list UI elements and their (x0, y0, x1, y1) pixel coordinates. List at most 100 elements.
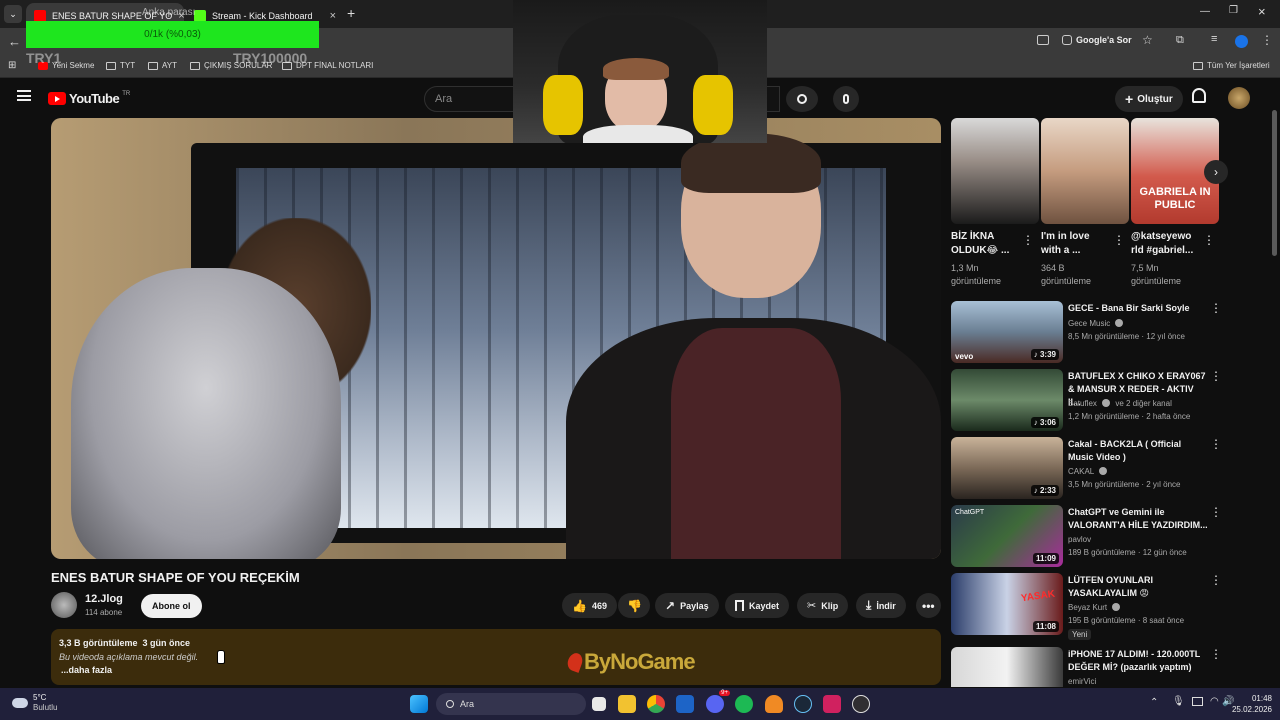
dislike-button[interactable]: 👎 (618, 593, 650, 618)
share-button[interactable]: ↗ Paylaş (655, 593, 719, 618)
menu-dots-icon[interactable]: ⋮ (1261, 33, 1273, 47)
spotify-icon[interactable] (735, 695, 753, 713)
youtube-logo[interactable]: YouTube TR (48, 91, 130, 106)
video-menu-icon[interactable]: ⋮ (1210, 647, 1221, 661)
task-view-icon[interactable] (592, 697, 606, 711)
tray-chevron-icon[interactable]: ⌃ (1150, 697, 1158, 708)
video-menu-icon[interactable]: ⋮ (1210, 301, 1222, 315)
related-video[interactable]: ♪ 2:33 Cakal - BACK2LA ( Official Music … (951, 437, 1222, 499)
close-window-icon[interactable]: × (1258, 4, 1266, 19)
video-thumbnail[interactable] (951, 647, 1063, 687)
create-button[interactable]: + Oluştur (1115, 86, 1183, 112)
display-tray-icon[interactable] (1192, 697, 1203, 706)
bookmark-tyt[interactable]: TYT (106, 61, 135, 70)
related-video[interactable]: ChatGPT 11:09 ChatGPT ve Gemini ile VALO… (951, 505, 1222, 567)
related-video-title[interactable]: ChatGPT ve Gemini ile VALORANT'A HİLE YA… (1068, 506, 1208, 532)
windows-start-icon[interactable] (410, 695, 428, 713)
profile-avatar[interactable] (1235, 35, 1248, 48)
folder-icon (148, 61, 158, 70)
media-controls-icon[interactable]: ≡ (1211, 33, 1217, 45)
views-and-date: 3,3 B görüntüleme 3 gün önce (59, 638, 191, 648)
voice-search-button[interactable] (833, 86, 859, 112)
short-title[interactable]: @katseyewo rld #gabriel... (1131, 230, 1193, 258)
like-button[interactable]: 👍 469 (562, 593, 617, 618)
google-lens-button[interactable]: Google'a Sor (1062, 35, 1132, 45)
related-video-title[interactable]: iPHONE 17 ALDIM! - 120.000TL DEĞER Mİ? (… (1068, 648, 1208, 674)
subscribe-button[interactable]: Abone ol (141, 594, 202, 618)
search-icon (446, 700, 454, 708)
back-arrow-icon[interactable]: ← (8, 34, 21, 49)
related-video[interactable]: vevo ♪ 3:39 GECE - Bana Bir Sarki Soyle … (951, 301, 1222, 363)
related-video-channel[interactable]: Beyaz Kurt (1068, 602, 1121, 614)
related-video-title[interactable]: Cakal - BACK2LA ( Official Music Video ) (1068, 438, 1208, 464)
show-more-link[interactable]: ...daha fazla (61, 665, 112, 675)
new-tab-button[interactable]: + (347, 5, 355, 21)
short-menu-icon[interactable]: ⋮ (1203, 233, 1215, 247)
video-menu-icon[interactable]: ⋮ (1210, 437, 1222, 451)
short-menu-icon[interactable]: ⋮ (1022, 233, 1034, 247)
related-video[interactable]: iPHONE 17 ALDIM! - 120.000TL DEĞER Mİ? (… (951, 647, 1221, 687)
video-menu-icon[interactable]: ⋮ (1210, 505, 1222, 519)
save-button[interactable]: Kaydet (725, 593, 790, 618)
video-thumbnail[interactable]: ChatGPT 11:09 (951, 505, 1063, 567)
video-thumbnail[interactable]: ♪ 2:33 (951, 437, 1063, 499)
related-video-title[interactable]: GECE - Bana Bir Sarki Soyle (1068, 302, 1208, 315)
hamburger-menu-icon[interactable] (17, 90, 31, 101)
shorts-next-button[interactable]: › (1204, 160, 1228, 184)
close-icon[interactable]: × (330, 10, 336, 22)
video-player[interactable] (51, 118, 941, 559)
maximize-icon[interactable]: ❐ (1229, 5, 1238, 16)
short-thumbnail[interactable] (1041, 118, 1129, 224)
bookmark-star-icon[interactable]: ☆ (1142, 33, 1153, 47)
related-video-title[interactable]: LÜTFEN OYUNLARI YASAKLAYALIM 😡 (1068, 574, 1208, 600)
cast-icon[interactable] (1037, 35, 1049, 45)
related-video[interactable]: YASAK 11:08 LÜTFEN OYUNLARI YASAKLAYALIM… (951, 573, 1222, 640)
video-title: ENES BATUR SHAPE OF YOU REÇEKİM (51, 570, 300, 585)
steam-icon[interactable] (794, 695, 812, 713)
clock[interactable]: 01:48 25.02.2026 (1226, 693, 1272, 715)
clip-button[interactable]: ✂ Klip (797, 593, 849, 618)
related-video-channel[interactable]: Batuflex ve 2 diğer kanal (1068, 398, 1172, 410)
extensions-icon[interactable]: ⧉ (1176, 34, 1184, 47)
notifications-bell-icon[interactable] (1192, 88, 1206, 103)
more-actions-button[interactable]: ••• (916, 593, 941, 618)
video-menu-icon[interactable]: ⋮ (1210, 573, 1222, 587)
channel-avatar[interactable] (51, 592, 77, 618)
related-video-channel[interactable]: CAKAL (1068, 466, 1108, 478)
bookmark-ayt[interactable]: AYT (148, 61, 177, 70)
video-menu-icon[interactable]: ⋮ (1210, 369, 1222, 383)
taskbar-search[interactable]: Ara (436, 693, 586, 715)
short-title[interactable]: BİZ İKNA OLDUK😂 ... (951, 230, 1009, 258)
related-video[interactable]: ♪ 3:06 BATUFLEX X CHIKO X ERAY067 & MANS… (951, 369, 1222, 431)
wifi-icon[interactable]: ◠ (1210, 696, 1219, 707)
video-thumbnail[interactable]: ♪ 3:06 (951, 369, 1063, 431)
minimize-icon[interactable]: — (1200, 6, 1210, 17)
app-icon[interactable] (823, 695, 841, 713)
channel-name[interactable]: 12.Jlog (85, 593, 123, 605)
search-button[interactable] (786, 86, 818, 112)
download-button[interactable]: ⤓ İndir (856, 593, 906, 618)
video-description[interactable]: 3,3 B görüntüleme 3 gün önce Bu videoda … (51, 629, 941, 685)
tab-list-button[interactable]: ⌄ (4, 5, 22, 23)
chrome-icon[interactable] (647, 695, 665, 713)
obs-icon[interactable] (852, 695, 870, 713)
cloud-app-icon[interactable] (765, 695, 783, 713)
discord-icon[interactable]: 9+ (706, 690, 730, 713)
related-video-channel[interactable]: pavlov (1068, 534, 1091, 546)
mail-icon[interactable] (676, 695, 694, 713)
page-scrollbar[interactable] (1272, 110, 1277, 256)
apps-grid-icon[interactable]: ⊞ (8, 60, 16, 71)
video-thumbnail[interactable]: vevo ♪ 3:39 (951, 301, 1063, 363)
related-video-channel[interactable]: emirVici (1068, 676, 1096, 687)
related-video-channel[interactable]: Gece Music (1068, 318, 1124, 330)
short-menu-icon[interactable]: ⋮ (1113, 233, 1125, 247)
short-thumbnail[interactable] (951, 118, 1039, 224)
video-thumbnail[interactable]: YASAK 11:08 (951, 573, 1063, 635)
subscribe-label: Abone ol (152, 601, 191, 611)
account-avatar[interactable] (1228, 87, 1250, 109)
short-title[interactable]: I'm in love with a ... (1041, 230, 1090, 258)
weather-widget[interactable]: 5°C Bulutlu (12, 693, 57, 713)
all-bookmarks[interactable]: Tüm Yer İşaretleri (1193, 61, 1270, 70)
file-explorer-icon[interactable] (618, 695, 636, 713)
microphone-tray-icon[interactable]: 🎙 (1172, 696, 1185, 707)
